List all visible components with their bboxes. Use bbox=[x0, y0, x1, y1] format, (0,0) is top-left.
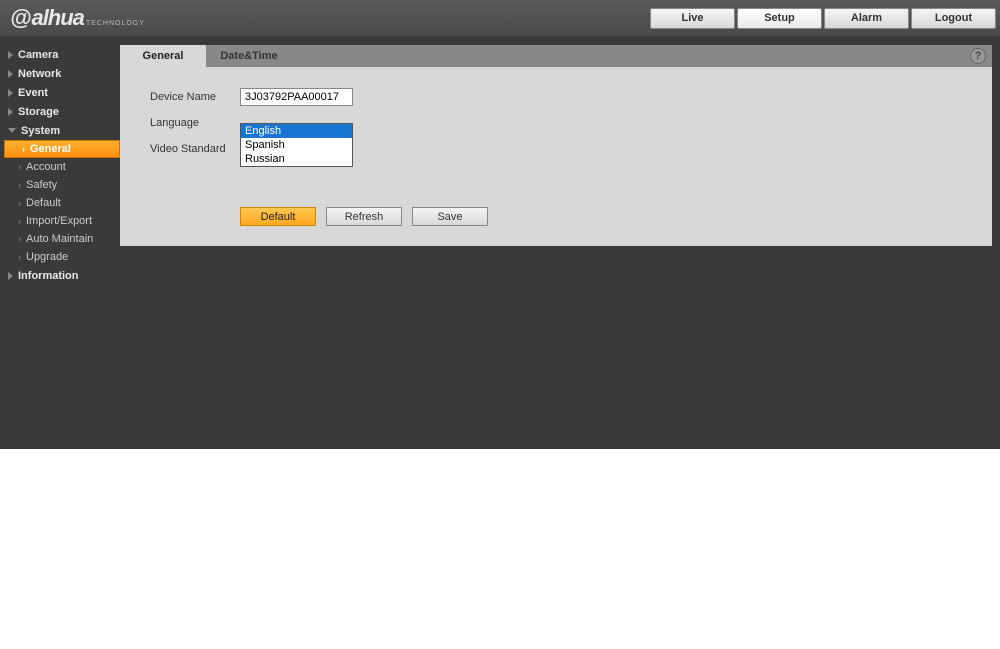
video-standard-label: Video Standard bbox=[150, 143, 240, 155]
top-nav: Live Setup Alarm Logout bbox=[650, 8, 996, 29]
device-name-label: Device Name bbox=[150, 91, 240, 103]
chevron-right-icon: › bbox=[22, 144, 25, 154]
language-row: Language English Spanish Russian bbox=[150, 113, 962, 133]
sidebar-sub-label: Default bbox=[26, 197, 61, 209]
sidebar-item-storage[interactable]: Storage bbox=[0, 102, 120, 121]
language-option-english[interactable]: English bbox=[241, 124, 352, 138]
sidebar-label: Camera bbox=[18, 49, 58, 61]
sidebar-item-information[interactable]: Information bbox=[0, 266, 120, 285]
sidebar-sub-label: General bbox=[30, 143, 71, 155]
language-option-russian[interactable]: Russian bbox=[241, 152, 352, 166]
chevron-right-icon: › bbox=[18, 198, 21, 208]
chevron-right-icon bbox=[8, 89, 13, 97]
chevron-right-icon: › bbox=[18, 162, 21, 172]
language-label: Language bbox=[150, 117, 240, 129]
sidebar-subitem-upgrade[interactable]: › Upgrade bbox=[0, 248, 120, 266]
chevron-right-icon bbox=[8, 108, 13, 116]
sidebar-subitem-account[interactable]: › Account bbox=[0, 158, 120, 176]
refresh-button[interactable]: Refresh bbox=[326, 207, 402, 226]
sidebar-sub-label: Auto Maintain bbox=[26, 233, 93, 245]
main-container: Camera Network Event Storage System › Ge… bbox=[0, 37, 1000, 449]
sidebar-sub-label: Import/Export bbox=[26, 215, 92, 227]
brand-logo: @alhua TECHNOLOGY bbox=[10, 5, 145, 31]
content-area: General Date&Time ? Device Name Language… bbox=[120, 37, 1000, 449]
button-row: Default Refresh Save bbox=[240, 207, 962, 226]
sidebar-subitem-default[interactable]: › Default bbox=[0, 194, 120, 212]
tab-date-time[interactable]: Date&Time bbox=[206, 45, 292, 67]
nav-setup[interactable]: Setup bbox=[737, 8, 822, 29]
settings-panel: Device Name Language English Spanish Rus… bbox=[120, 67, 992, 246]
sidebar-item-camera[interactable]: Camera bbox=[0, 45, 120, 64]
sidebar-sub-label: Safety bbox=[26, 179, 57, 191]
chevron-right-icon bbox=[8, 272, 13, 280]
chevron-right-icon bbox=[8, 70, 13, 78]
sidebar-label: Network bbox=[18, 68, 61, 80]
sidebar-sub-label: Account bbox=[26, 161, 66, 173]
device-name-input[interactable] bbox=[240, 88, 353, 106]
sidebar-item-event[interactable]: Event bbox=[0, 83, 120, 102]
sidebar-subitem-import-export[interactable]: › Import/Export bbox=[0, 212, 120, 230]
device-name-row: Device Name bbox=[150, 87, 962, 107]
tab-bar: General Date&Time ? bbox=[120, 45, 992, 67]
sidebar-subitem-safety[interactable]: › Safety bbox=[0, 176, 120, 194]
nav-logout[interactable]: Logout bbox=[911, 8, 996, 29]
chevron-right-icon: › bbox=[18, 234, 21, 244]
sidebar-subitem-auto-maintain[interactable]: › Auto Maintain bbox=[0, 230, 120, 248]
help-icon[interactable]: ? bbox=[970, 48, 986, 64]
tab-general[interactable]: General bbox=[120, 45, 206, 67]
sidebar-label: Event bbox=[18, 87, 48, 99]
sidebar-subitem-general[interactable]: › General bbox=[4, 140, 120, 158]
save-button[interactable]: Save bbox=[412, 207, 488, 226]
language-dropdown[interactable]: English Spanish Russian bbox=[240, 123, 353, 167]
chevron-right-icon: › bbox=[18, 216, 21, 226]
header-bar: @alhua TECHNOLOGY Live Setup Alarm Logou… bbox=[0, 0, 1000, 37]
chevron-down-icon bbox=[8, 128, 16, 133]
nav-live[interactable]: Live bbox=[650, 8, 735, 29]
chevron-right-icon: › bbox=[18, 180, 21, 190]
sidebar-sub-label: Upgrade bbox=[26, 251, 68, 263]
sidebar-item-network[interactable]: Network bbox=[0, 64, 120, 83]
default-button[interactable]: Default bbox=[240, 207, 316, 226]
sidebar-label: Storage bbox=[18, 106, 59, 118]
nav-alarm[interactable]: Alarm bbox=[824, 8, 909, 29]
sidebar: Camera Network Event Storage System › Ge… bbox=[0, 37, 120, 449]
sidebar-item-system[interactable]: System bbox=[0, 121, 120, 140]
chevron-right-icon bbox=[8, 51, 13, 59]
language-option-spanish[interactable]: Spanish bbox=[241, 138, 352, 152]
sidebar-label: System bbox=[21, 125, 60, 137]
chevron-right-icon: › bbox=[18, 252, 21, 262]
sidebar-label: Information bbox=[18, 270, 79, 282]
